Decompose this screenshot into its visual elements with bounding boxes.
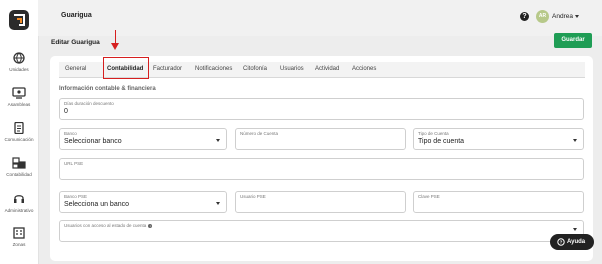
clave-pse-field[interactable]: Clave PSE (413, 191, 584, 213)
sidebar: Unidades Asambleas Comunicación Contabil… (0, 0, 39, 264)
sidebar-item-asambleas[interactable]: Asambleas (0, 87, 38, 107)
sidebar-item-contabilidad[interactable]: Contabilidad (0, 157, 38, 177)
chevron-down-icon (573, 139, 577, 142)
globe-icon (13, 52, 25, 64)
info-icon[interactable]: i (148, 223, 153, 228)
building-icon (13, 227, 25, 239)
url-pse-field[interactable]: URL PSE (59, 158, 584, 180)
save-button[interactable]: Guardar (554, 33, 592, 48)
field-label: Usuario PSE (240, 194, 266, 199)
numero-cuenta-field[interactable]: Número de Cuenta (235, 128, 406, 150)
document-icon (14, 122, 24, 134)
page-title: Editar Guarigua (51, 39, 100, 46)
field-label: Banco (64, 131, 77, 136)
edit-card: General Contabilidad Facturador Notifica… (50, 56, 593, 261)
sidebar-item-unidades[interactable]: Unidades (0, 52, 38, 72)
chevron-down-icon (216, 139, 220, 142)
annotation-arrow-head (111, 43, 119, 50)
field-label: Días duración descuento (64, 101, 114, 106)
help-icon[interactable]: ? (520, 12, 529, 21)
field-label: Tipo de Cuenta (418, 131, 449, 136)
tab-general[interactable]: General (65, 62, 86, 77)
help-button[interactable]: ? Ayuda (550, 234, 594, 250)
user-name[interactable]: Andrea (552, 13, 573, 20)
field-value: 0 (64, 108, 68, 115)
banco-pse-select[interactable]: Banco PSE Selecciona un banco (59, 191, 227, 213)
sidebar-item-label: Contabilidad (6, 172, 32, 177)
app-logo[interactable] (9, 10, 29, 30)
top-bar: Guarigua ? AR Andrea (38, 0, 602, 36)
tab-facturador[interactable]: Facturador (153, 62, 182, 77)
banco-select[interactable]: Banco Seleccionar banco (59, 128, 227, 150)
sidebar-item-comunicacion[interactable]: Comunicación (0, 122, 38, 142)
sidebar-item-zonas[interactable]: Zonas (0, 227, 38, 247)
field-label: URL PSE (64, 161, 84, 166)
sidebar-item-label: Administrativo (4, 208, 34, 213)
section-title: Información contable & financiera (59, 86, 156, 92)
usuario-pse-field[interactable]: Usuario PSE (235, 191, 406, 213)
tab-usuarios[interactable]: Usuarios (280, 62, 304, 77)
app-title: Guarigua (61, 12, 92, 19)
sidebar-item-label: Unidades (9, 67, 29, 72)
annotation-arrow-line (115, 30, 117, 44)
avatar[interactable]: AR (536, 10, 549, 23)
field-value: Selecciona un banco (64, 201, 129, 208)
tab-citofonia[interactable]: Citofonía (243, 62, 267, 77)
tab-highlight-box (103, 57, 149, 79)
field-value: Tipo de cuenta (418, 138, 465, 145)
field-label: Número de Cuenta (240, 131, 279, 136)
sidebar-item-label: Comunicación (4, 137, 34, 142)
tab-actividad[interactable]: Actividad (315, 62, 339, 77)
tipo-cuenta-select[interactable]: Tipo de Cuenta Tipo de cuenta (413, 128, 584, 150)
chat-help-icon: ? (557, 238, 565, 246)
tab-acciones[interactable]: Acciones (352, 62, 376, 77)
sidebar-item-label: Asambleas (7, 102, 31, 107)
field-label: Usuarios con acceso al estado de cuenta i (64, 223, 153, 228)
chevron-down-icon (573, 228, 577, 231)
usuarios-acceso-select[interactable]: Usuarios con acceso al estado de cuenta i (59, 220, 584, 242)
field-label-text: Usuarios con acceso al estado de cuenta (64, 223, 147, 228)
tab-notificaciones[interactable]: Notificaciones (195, 62, 232, 77)
assembly-icon (12, 87, 26, 99)
logo-icon (14, 14, 25, 26)
field-label: Clave PSE (418, 194, 440, 199)
chevron-down-icon[interactable] (575, 15, 579, 18)
field-label: Banco PSE (64, 194, 88, 199)
accounting-icon (12, 157, 26, 169)
chevron-down-icon (216, 202, 220, 205)
help-label: Ayuda (567, 239, 586, 245)
dias-descuento-field[interactable]: Días duración descuento 0 (59, 98, 584, 120)
field-value: Seleccionar banco (64, 138, 122, 145)
sidebar-item-administrativo[interactable]: Administrativo (0, 193, 38, 213)
headset-icon (14, 195, 24, 203)
tab-bar: General Contabilidad Facturador Notifica… (59, 57, 585, 79)
sidebar-item-label: Zonas (12, 242, 26, 247)
help-glyph: ? (560, 240, 563, 245)
